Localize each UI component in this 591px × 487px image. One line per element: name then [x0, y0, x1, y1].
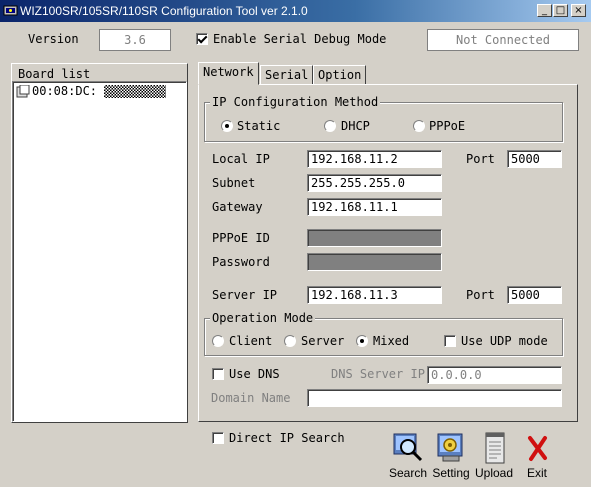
exit-icon — [528, 436, 547, 461]
server-port-label: Port — [466, 288, 495, 302]
domain-name-field[interactable] — [307, 389, 562, 407]
version-label: Version — [28, 32, 79, 46]
title-bar[interactable]: WIZ100SR/105SR/110SR Configuration Tool … — [0, 0, 591, 22]
search-icon — [393, 433, 423, 462]
board-list-title: Board list — [18, 67, 91, 81]
tab-option[interactable]: Option — [313, 65, 367, 85]
server-port-field[interactable]: 5000 — [507, 286, 562, 304]
search-button[interactable]: Search — [388, 432, 428, 482]
minimize-button[interactable]: _ — [537, 4, 552, 17]
use-dns-checkbox[interactable] — [212, 368, 224, 380]
dns-server-label: DNS Server IP — [331, 367, 425, 381]
server-ip-field[interactable]: 192.168.11.3 — [307, 286, 442, 304]
ip-dhcp-radio[interactable] — [324, 120, 336, 132]
maximize-icon: □ — [555, 5, 566, 16]
local-port-field[interactable]: 5000 — [507, 150, 562, 168]
upload-icon — [485, 432, 505, 464]
mode-client-label: Client — [229, 334, 273, 348]
mode-mixed-label: Mixed — [373, 334, 410, 348]
password-label: Password — [212, 255, 270, 269]
direct-ip-search-checkbox[interactable] — [212, 432, 224, 444]
board-mac: 00:08:DC: — [32, 84, 98, 98]
pppoe-id-field — [307, 229, 442, 247]
udp-mode-checkbox[interactable] — [444, 335, 456, 347]
maximize-button[interactable]: □ — [553, 4, 568, 17]
board-icon — [16, 85, 30, 98]
dns-server-field[interactable]: 0.0.0.0 — [427, 366, 562, 384]
upload-button[interactable]: Upload — [474, 432, 514, 482]
board-list[interactable]: 00:08:DC: — [12, 81, 187, 422]
ip-dhcp-label: DHCP — [341, 119, 370, 133]
mac-obscured — [104, 85, 166, 98]
pppoe-id-label: PPPoE ID — [212, 231, 270, 245]
mode-server-radio[interactable] — [284, 335, 296, 347]
use-dns-label: Use DNS — [229, 367, 280, 381]
ip-pppoe-radio[interactable] — [413, 120, 425, 132]
gateway-field[interactable]: 192.168.11.1 — [307, 198, 442, 216]
debug-mode-checkbox[interactable] — [196, 33, 208, 45]
ip-pppoe-label: PPPoE — [429, 119, 466, 133]
ip-method-title: IP Configuration Method — [210, 95, 381, 109]
local-ip-field[interactable]: 192.168.11.2 — [307, 150, 442, 168]
mode-mixed-radio[interactable] — [356, 335, 368, 347]
debug-mode-label: Enable Serial Debug Mode — [213, 32, 387, 46]
subnet-field[interactable]: 255.255.255.0 — [307, 174, 442, 192]
direct-ip-search-label: Direct IP Search — [229, 431, 345, 445]
version-value: 3.6 — [99, 29, 171, 51]
exit-button[interactable]: Exit — [517, 432, 557, 482]
connection-status: Not Connected — [427, 29, 579, 51]
app-window: WIZ100SR/105SR/110SR Configuration Tool … — [0, 0, 591, 487]
list-item[interactable]: 00:08:DC: — [14, 83, 186, 100]
local-ip-label: Local IP — [212, 152, 270, 166]
minimize-icon: _ — [542, 5, 547, 16]
tab-serial[interactable]: Serial — [260, 65, 314, 85]
ip-static-label: Static — [237, 119, 281, 133]
app-icon — [3, 5, 18, 16]
operation-mode-title: Operation Mode — [210, 311, 316, 325]
subnet-label: Subnet — [212, 176, 256, 190]
gateway-label: Gateway — [212, 200, 263, 214]
setting-button[interactable]: Setting — [431, 432, 471, 482]
ip-static-radio[interactable] — [221, 120, 233, 132]
tab-network[interactable]: Network — [198, 62, 259, 85]
exit-button-label: Exit — [526, 466, 547, 480]
close-icon: × — [574, 5, 583, 16]
local-port-label: Port — [466, 152, 495, 166]
server-ip-label: Server IP — [212, 288, 278, 302]
mode-client-radio[interactable] — [212, 335, 224, 347]
setting-icon — [437, 433, 463, 462]
udp-mode-label: Use UDP mode — [461, 334, 548, 348]
close-button[interactable]: × — [571, 4, 586, 17]
window-title: WIZ100SR/105SR/110SR Configuration Tool … — [20, 4, 308, 18]
mode-server-label: Server — [301, 334, 345, 348]
domain-name-label: Domain Name — [211, 391, 291, 405]
password-field — [307, 253, 442, 271]
